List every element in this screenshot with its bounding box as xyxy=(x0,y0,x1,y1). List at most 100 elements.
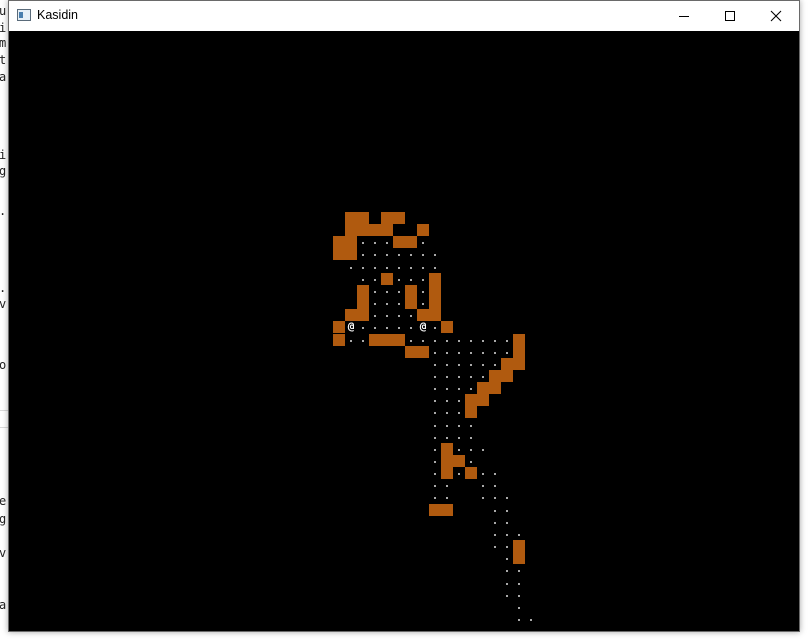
floor-tile xyxy=(501,491,513,503)
floor-tile xyxy=(381,236,393,248)
floor-tile xyxy=(501,516,513,528)
floor-tile xyxy=(465,382,477,394)
floor-tile xyxy=(441,346,453,358)
floor-tile xyxy=(417,261,429,273)
player-glyph: @ xyxy=(347,320,355,333)
floor-tile xyxy=(513,601,525,613)
floor-tile xyxy=(501,504,513,516)
floor-tile xyxy=(489,479,501,491)
wall-tile xyxy=(369,334,381,346)
minimize-button[interactable] xyxy=(661,1,707,31)
floor-tile xyxy=(369,297,381,309)
floor-tile xyxy=(465,443,477,455)
app-window-icon xyxy=(17,9,31,21)
wall-tile xyxy=(465,467,477,479)
floor-tile xyxy=(405,248,417,260)
wall-tile xyxy=(513,334,525,346)
close-icon xyxy=(770,10,782,22)
floor-tile xyxy=(477,443,489,455)
floor-tile xyxy=(453,406,465,418)
background-text-fragment: m xyxy=(0,36,7,50)
floor-tile xyxy=(441,334,453,346)
floor-tile xyxy=(381,309,393,321)
floor-tile xyxy=(429,443,441,455)
floor-tile xyxy=(501,552,513,564)
floor-tile xyxy=(489,528,501,540)
floor-tile xyxy=(429,431,441,443)
floor-tile xyxy=(345,261,357,273)
wall-tile xyxy=(513,358,525,370)
game-screen[interactable]: @ @ xyxy=(9,31,799,631)
floor-tile xyxy=(489,491,501,503)
floor-tile xyxy=(465,419,477,431)
floor-tile xyxy=(393,309,405,321)
wall-tile xyxy=(513,540,525,552)
floor-tile xyxy=(501,528,513,540)
floor-tile xyxy=(453,334,465,346)
floor-tile xyxy=(429,491,441,503)
floor-tile xyxy=(441,382,453,394)
floor-tile xyxy=(501,540,513,552)
floor-tile xyxy=(441,419,453,431)
title-bar[interactable]: Kasidin xyxy=(9,1,799,31)
wall-tile xyxy=(381,212,393,224)
floor-tile xyxy=(405,261,417,273)
wall-tile xyxy=(333,236,345,248)
background-text-fragment: . xyxy=(0,281,6,295)
wall-tile xyxy=(393,212,405,224)
wall-tile xyxy=(441,504,453,516)
wall-tile xyxy=(465,394,477,406)
maximize-button[interactable] xyxy=(707,1,753,31)
floor-tile xyxy=(417,248,429,260)
wall-tile xyxy=(429,504,441,516)
wall-tile xyxy=(357,309,369,321)
floor-tile xyxy=(453,346,465,358)
floor-tile xyxy=(477,334,489,346)
wall-tile xyxy=(381,334,393,346)
background-text-fragment: i xyxy=(0,148,7,162)
floor-tile xyxy=(465,346,477,358)
wall-tile xyxy=(357,297,369,309)
close-button[interactable] xyxy=(753,1,799,31)
floor-tile xyxy=(429,394,441,406)
floor-tile xyxy=(393,248,405,260)
floor-tile xyxy=(369,248,381,260)
wall-tile xyxy=(477,382,489,394)
floor-tile xyxy=(369,309,381,321)
floor-tile xyxy=(369,285,381,297)
floor-tile xyxy=(381,321,393,333)
floor-tile xyxy=(429,248,441,260)
floor-tile xyxy=(489,516,501,528)
wall-tile xyxy=(333,334,345,346)
background-text-fragment: g xyxy=(0,164,7,178)
floor-tile xyxy=(441,370,453,382)
floor-tile xyxy=(429,321,441,333)
floor-tile xyxy=(429,346,441,358)
background-text-fragment: g xyxy=(0,512,7,526)
floor-tile xyxy=(441,406,453,418)
floor-tile xyxy=(357,236,369,248)
floor-tile xyxy=(465,358,477,370)
floor-tile xyxy=(453,358,465,370)
floor-tile xyxy=(429,467,441,479)
floor-tile xyxy=(393,285,405,297)
floor-tile xyxy=(489,334,501,346)
wall-tile xyxy=(429,273,441,285)
floor-tile xyxy=(429,406,441,418)
wall-tile xyxy=(381,224,393,236)
floor-tile xyxy=(429,334,441,346)
minimize-icon xyxy=(679,16,689,17)
wall-tile xyxy=(345,212,357,224)
floor-tile xyxy=(489,358,501,370)
background-text-fragment: u xyxy=(0,4,7,18)
floor-tile xyxy=(501,564,513,576)
wall-tile xyxy=(405,346,417,358)
floor-tile xyxy=(357,334,369,346)
wall-tile xyxy=(441,455,453,467)
floor-tile xyxy=(513,528,525,540)
floor-tile xyxy=(513,577,525,589)
wall-tile xyxy=(465,406,477,418)
floor-tile xyxy=(345,334,357,346)
floor-tile xyxy=(477,346,489,358)
floor-tile xyxy=(525,613,537,625)
